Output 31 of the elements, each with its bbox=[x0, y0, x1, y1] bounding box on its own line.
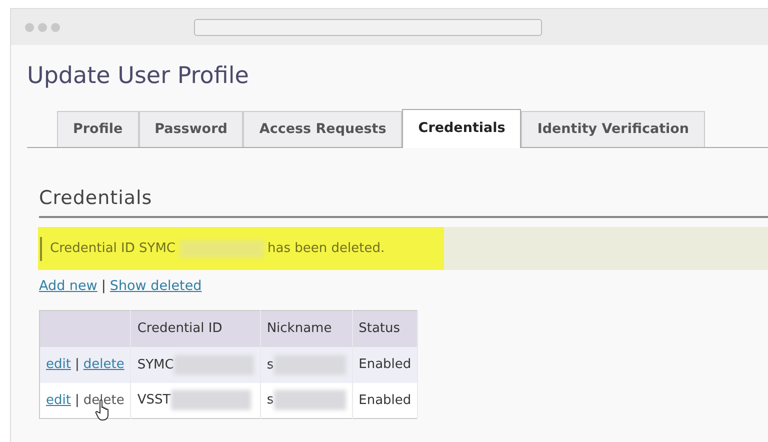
tab[interactable]: Password bbox=[138, 110, 244, 146]
separator: | bbox=[74, 357, 80, 372]
section-heading: Credentials bbox=[39, 184, 768, 218]
column-header: Status bbox=[352, 310, 418, 347]
column-header: Credential ID bbox=[130, 310, 260, 347]
table-cell: Enabled bbox=[352, 382, 418, 419]
page-title: Update User Profile bbox=[27, 62, 250, 91]
delete-link[interactable]: delete bbox=[83, 392, 124, 408]
message-text: has been deleted. bbox=[268, 240, 385, 258]
column-header: Nickname bbox=[260, 310, 352, 347]
table-cell: s bbox=[266, 357, 274, 372]
window-dot bbox=[38, 22, 47, 32]
edit-link[interactable]: edit bbox=[46, 357, 71, 372]
tab[interactable]: Access Requests bbox=[243, 110, 402, 146]
message-text: Credential ID SYMC bbox=[50, 240, 176, 258]
table-cell: SYMC bbox=[137, 357, 174, 372]
window-dot bbox=[25, 22, 34, 32]
separator: | bbox=[101, 278, 106, 294]
window-dot bbox=[51, 22, 60, 32]
table-cell: s bbox=[266, 393, 274, 408]
table-cell: Enabled bbox=[352, 346, 418, 383]
tab[interactable]: Credentials bbox=[402, 108, 522, 148]
tab[interactable]: Identity Verification bbox=[521, 110, 706, 146]
address-bar[interactable] bbox=[194, 18, 542, 36]
delete-link[interactable]: delete bbox=[83, 357, 124, 372]
action-link[interactable]: Add new bbox=[39, 278, 98, 294]
edit-link[interactable]: edit bbox=[46, 392, 71, 408]
separator: | bbox=[74, 392, 80, 408]
tab[interactable]: Profile bbox=[57, 110, 139, 146]
action-link[interactable]: Show deleted bbox=[110, 278, 202, 294]
table-cell: VSST bbox=[137, 393, 171, 408]
